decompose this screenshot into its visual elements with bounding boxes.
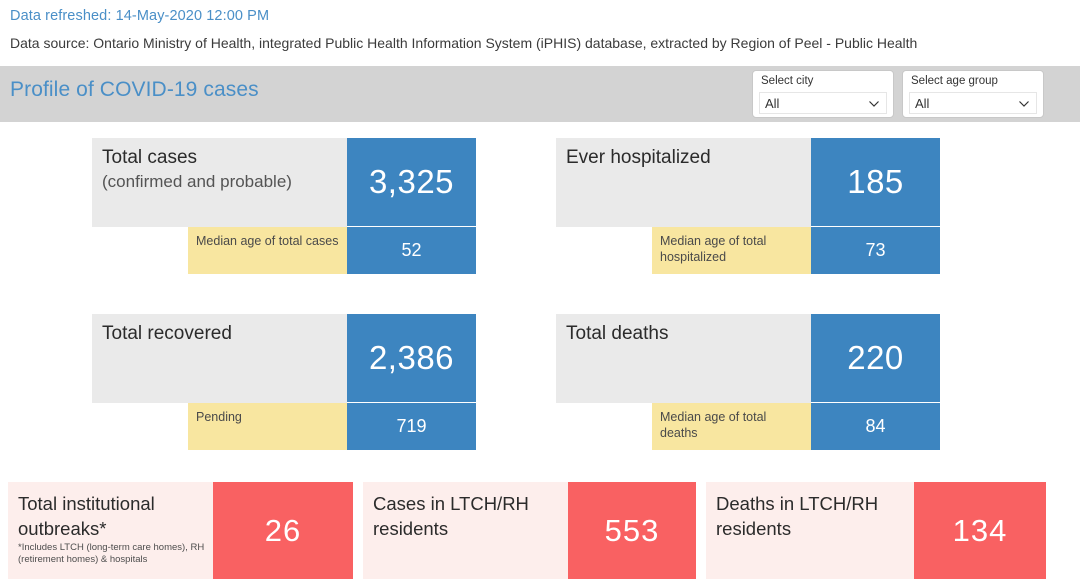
kpi-value: 2,386 <box>347 314 476 402</box>
slicer-city-label: Select city <box>761 75 814 87</box>
kpi-value: 220 <box>811 314 940 402</box>
kpi-sub-label: Median age of total cases <box>188 227 347 274</box>
outbreak-label: Total institutional outbreaks* <box>18 493 155 539</box>
outbreak-footnote: *Includes LTCH (long-term care homes), R… <box>18 542 205 565</box>
slicer-select-city[interactable]: Select city All <box>752 70 894 118</box>
kpi-label-block: Ever hospitalized <box>556 138 811 227</box>
data-source-line: Data source: Ontario Ministry of Health,… <box>10 35 918 51</box>
kpi-label-line2: (confirmed and probable) <box>102 172 292 191</box>
slicer-age-group-value: All <box>915 96 930 111</box>
slicer-age-group-label: Select age group <box>911 75 998 87</box>
outbreak-label-block: Total institutional outbreaks* *Includes… <box>8 482 213 579</box>
outbreak-value: 26 <box>213 482 353 579</box>
kpi-sub-label: Median age of total hospitalized <box>652 227 811 274</box>
kpi-sub-value: 84 <box>811 403 940 450</box>
kpi-label-block: Total recovered <box>92 314 347 403</box>
outbreak-card-deaths-in-ltch-rh-residents[interactable]: Deaths in LTCH/RH residents 134 <box>706 482 1046 579</box>
kpi-sub-value: 52 <box>347 227 476 274</box>
kpi-value: 185 <box>811 138 940 226</box>
kpi-value: 3,325 <box>347 138 476 226</box>
kpi-label-line1: Total cases <box>102 147 198 168</box>
slicer-city-value: All <box>765 96 780 111</box>
outbreak-value: 134 <box>914 482 1046 579</box>
slicer-age-group-dropdown[interactable]: All <box>909 92 1037 114</box>
kpi-card-total-cases[interactable]: Total cases (confirmed and probable) 3,3… <box>92 138 476 274</box>
kpi-card-ever-hospitalized[interactable]: Ever hospitalized 185 Median age of tota… <box>556 138 940 274</box>
kpi-sub-value: 719 <box>347 403 476 450</box>
kpi-label-block: Total deaths <box>556 314 811 403</box>
outbreak-label: Cases in LTCH/RH residents <box>373 493 529 539</box>
dashboard-header: Data refreshed: 14-May-2020 12:00 PM Dat… <box>0 0 1080 53</box>
outbreak-label-block: Cases in LTCH/RH residents <box>363 482 568 579</box>
kpi-label-line1: Total deaths <box>566 323 669 344</box>
kpi-card-total-deaths[interactable]: Total deaths 220 Median age of total dea… <box>556 314 940 450</box>
kpi-label-block: Total cases (confirmed and probable) <box>92 138 347 227</box>
outbreak-card-cases-in-ltch-rh-residents[interactable]: Cases in LTCH/RH residents 553 <box>363 482 696 579</box>
slicer-select-age-group[interactable]: Select age group All <box>902 70 1044 118</box>
chevron-down-icon <box>868 98 880 110</box>
data-refreshed-label: Data refreshed: <box>10 8 112 24</box>
kpi-sub-label: Median age of total deaths <box>652 403 811 450</box>
outbreak-card-total-institutional-outbreaks[interactable]: Total institutional outbreaks* *Includes… <box>8 482 353 579</box>
outbreak-label-block: Deaths in LTCH/RH residents <box>706 482 914 579</box>
outbreak-label: Deaths in LTCH/RH residents <box>716 493 879 539</box>
data-refreshed-value: 14-May-2020 12:00 PM <box>115 8 270 24</box>
data-refreshed-line: Data refreshed: 14-May-2020 12:00 PM <box>10 6 1070 26</box>
outbreak-value: 553 <box>568 482 696 579</box>
kpi-label-line1: Total recovered <box>102 323 232 344</box>
kpi-card-total-recovered[interactable]: Total recovered 2,386 Pending 719 <box>92 314 476 450</box>
slicer-city-dropdown[interactable]: All <box>759 92 887 114</box>
kpi-sub-label: Pending <box>188 403 347 450</box>
page-title: Profile of COVID-19 cases <box>10 78 259 101</box>
chevron-down-icon <box>1018 98 1030 110</box>
kpi-label-line1: Ever hospitalized <box>566 147 711 168</box>
kpi-sub-value: 73 <box>811 227 940 274</box>
